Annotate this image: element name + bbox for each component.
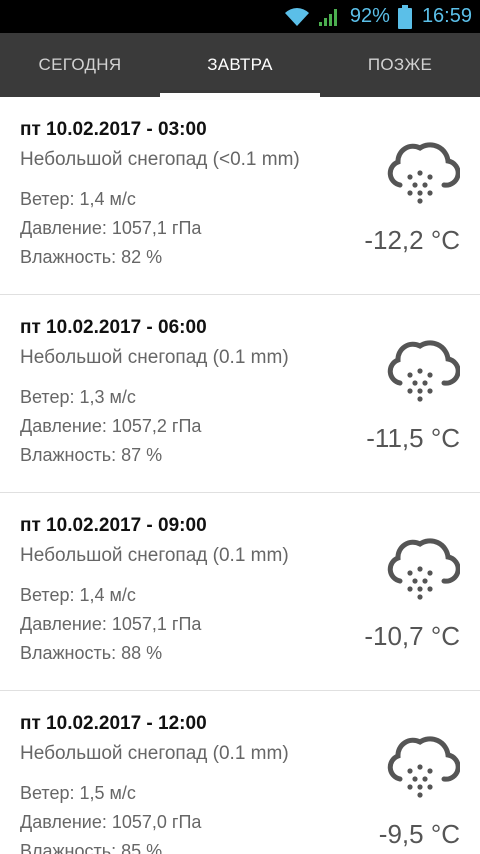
wifi-icon [284, 7, 310, 27]
battery-percent: 92% [349, 5, 390, 27]
snow-cloud-icon [387, 340, 460, 402]
forecast-item[interactable]: пт 10.02.2017 - 12:00 Небольшой снегопад… [0, 691, 480, 854]
tab-later[interactable]: ПОЗЖЕ [320, 33, 480, 97]
forecast-temperature: -11,5 °C [366, 423, 460, 453]
signal-icon [318, 7, 340, 27]
status-clock: 16:59 [421, 5, 472, 27]
battery-icon [397, 4, 412, 29]
snow-cloud-icon [387, 538, 460, 600]
forecast-item[interactable]: пт 10.02.2017 - 03:00 Небольшой снегопад… [0, 97, 480, 295]
forecast-temperature: -12,2 °C [364, 225, 460, 255]
tab-tomorrow[interactable]: ЗАВТРА [160, 33, 320, 97]
tab-bar: СЕГОДНЯ ЗАВТРА ПОЗЖЕ [0, 33, 480, 97]
snow-cloud-icon [387, 142, 460, 204]
snow-cloud-icon [387, 736, 460, 798]
forecast-temperature: -9,5 °C [378, 819, 460, 849]
tab-today[interactable]: СЕГОДНЯ [0, 33, 160, 97]
forecast-temperature: -10,7 °C [364, 621, 460, 651]
forecast-list: пт 10.02.2017 - 03:00 Небольшой снегопад… [0, 97, 480, 854]
forecast-item[interactable]: пт 10.02.2017 - 06:00 Небольшой снегопад… [0, 295, 480, 493]
forecast-item[interactable]: пт 10.02.2017 - 09:00 Небольшой снегопад… [0, 493, 480, 691]
status-bar: 92% 16:59 [0, 0, 480, 33]
